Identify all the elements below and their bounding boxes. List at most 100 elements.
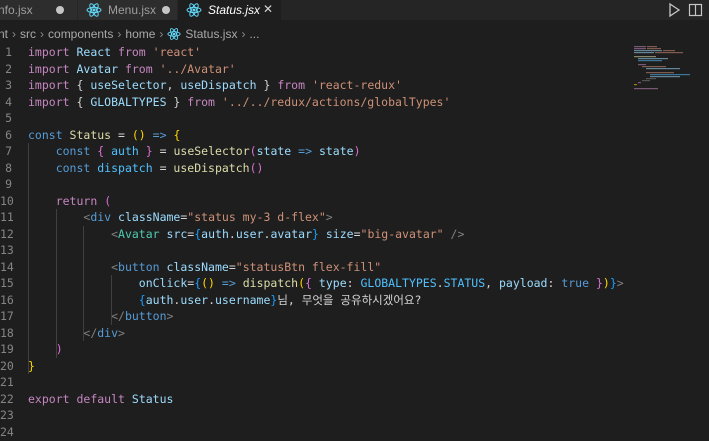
code-token: '../../redux/actions/globalTypes' — [214, 94, 451, 109]
code-text: import React from 'react' — [28, 44, 201, 61]
breadcrumb-item[interactable]: src — [20, 27, 36, 41]
code-line[interactable]: 19 ) — [0, 341, 630, 358]
code-token: > — [166, 309, 174, 323]
breadcrumb-item[interactable]: Status.jsx — [185, 27, 237, 41]
code-token: className — [166, 259, 229, 274]
code-token: ) — [602, 276, 610, 290]
unsaved-dot-icon[interactable] — [162, 6, 170, 14]
code-line[interactable]: 13 — [0, 242, 630, 259]
code-token: = — [152, 144, 174, 158]
code-text: <Avatar src={auth.user.avatar} size="big… — [28, 226, 464, 243]
close-icon[interactable]: ✕ — [263, 2, 273, 16]
code-token: return — [55, 193, 98, 208]
indent-guide — [55, 209, 57, 358]
code-token: } — [166, 94, 188, 109]
editor-actions — [665, 0, 709, 20]
code-line[interactable]: 9 — [0, 176, 630, 193]
line-number: 8 — [5, 160, 12, 175]
chevron-right-icon: › — [159, 27, 164, 41]
react-icon — [86, 3, 102, 17]
code-line[interactable]: 16 {auth.user.username}님, 무엇을 공유하시겠어요? — [0, 292, 630, 309]
line-number: 23 — [0, 408, 14, 422]
code-line[interactable]: 5 — [0, 110, 630, 127]
code-line[interactable]: 6 const Status = () => { — [0, 127, 630, 144]
unsaved-dot-icon[interactable] — [56, 6, 64, 14]
code-token: , — [166, 78, 181, 92]
code-line[interactable]: 1 import React from 'react' — [0, 44, 630, 61]
code-token: "big-avatar" — [360, 226, 444, 241]
breadcrumb-item[interactable]: home — [125, 27, 155, 41]
code-token: 님, 무엇을 공유하시겠어요? — [277, 292, 422, 307]
code-token: = — [353, 226, 361, 241]
code-token: . — [208, 292, 215, 307]
line-number: 14 — [0, 259, 14, 274]
line-number: 20 — [0, 358, 14, 373]
code-token: type — [318, 276, 347, 290]
code-token: src — [166, 226, 188, 241]
code-text: <div className="status my-3 d-flex"> — [28, 209, 332, 226]
code-token: ( — [298, 276, 306, 290]
code-token: ( — [104, 193, 112, 208]
code-line[interactable]: 10 return ( — [0, 193, 630, 210]
line-number: 2 — [5, 61, 12, 76]
code-line[interactable]: 17 </button> — [0, 308, 630, 325]
code-line[interactable]: 4 import { GLOBALTYPES } from '../../redu… — [0, 94, 630, 111]
code-line[interactable]: 20} — [0, 358, 630, 375]
breadcrumb-item[interactable]: components — [48, 27, 113, 41]
code-token: React — [69, 45, 119, 59]
code-line[interactable]: 12 <Avatar src={auth.user.avatar} size="… — [0, 226, 630, 243]
code-token: state — [256, 144, 292, 158]
code-token: , — [485, 276, 499, 290]
code-token: payload — [499, 276, 548, 290]
breadcrumb-item[interactable]: nt — [0, 27, 8, 41]
code-token: GLOBALTYPES — [90, 94, 167, 109]
code-line[interactable]: 11 <div className="status my-3 d-flex"> — [0, 209, 630, 226]
breadcrumb-item[interactable]: ... — [249, 27, 259, 41]
code-token: const — [28, 127, 70, 142]
code-token: auth — [111, 144, 139, 158]
code-line[interactable]: 7 const { auth } = useSelector(state => … — [0, 143, 630, 160]
minimap[interactable] — [632, 44, 692, 104]
split-editor-icon[interactable] — [687, 2, 705, 18]
code-token: '../Avatar' — [152, 61, 236, 76]
chevron-right-icon: › — [117, 27, 122, 41]
code-token: from — [118, 45, 146, 59]
code-token: useSelector — [173, 144, 250, 158]
code-line[interactable]: 21 — [0, 374, 630, 391]
code-line[interactable]: 18 </div> — [0, 325, 630, 342]
code-line[interactable]: 3 import { useSelector, useDispatch } fro… — [0, 77, 630, 94]
code-line[interactable]: 8 const dispatch = useDispatch() — [0, 160, 630, 177]
code-token: () — [201, 276, 215, 290]
tab-status-jsx[interactable]: Status.jsx ✕ — [178, 0, 282, 20]
tab-menu-jsx[interactable]: Menu.jsx — [78, 0, 178, 20]
code-token: } — [256, 78, 278, 92]
code-token: { — [173, 127, 181, 142]
code-token: = — [228, 259, 236, 274]
code-line[interactable]: 23 — [0, 407, 630, 424]
code-line[interactable]: 15 onClick={() => dispatch({ type: GLOBA… — [0, 275, 630, 292]
code-token: button — [124, 309, 167, 323]
code-token: Avatar — [69, 61, 125, 76]
code-token: username — [215, 292, 271, 307]
code-text: {auth.user.username}님, 무엇을 공유하시겠어요? — [28, 292, 422, 309]
tab-info-jsx[interactable]: nfo.jsx — [0, 0, 78, 20]
code-token: state — [318, 144, 354, 158]
play-icon[interactable] — [665, 2, 683, 18]
code-token: user — [235, 226, 264, 241]
code-editor[interactable]: 1 import React from 'react' 2 import Avatar… — [0, 44, 709, 441]
code-line[interactable]: 22 export default Status — [0, 391, 630, 408]
code-token: div — [90, 210, 112, 224]
code-token: > — [616, 276, 624, 290]
code-token: . — [436, 276, 444, 290]
code-text: const { auth } = useSelector(state => st… — [28, 143, 361, 160]
code-line[interactable]: 2 import Avatar from '../Avatar' — [0, 61, 630, 78]
line-number: 10 — [0, 193, 14, 208]
code-line[interactable]: 14 <button className="statusBtn flex-fil… — [0, 259, 630, 276]
code-line[interactable]: 24 — [0, 424, 630, 441]
code-token: < — [111, 226, 119, 241]
code-text: <button className="statusBtn flex-fill" — [28, 259, 381, 276]
